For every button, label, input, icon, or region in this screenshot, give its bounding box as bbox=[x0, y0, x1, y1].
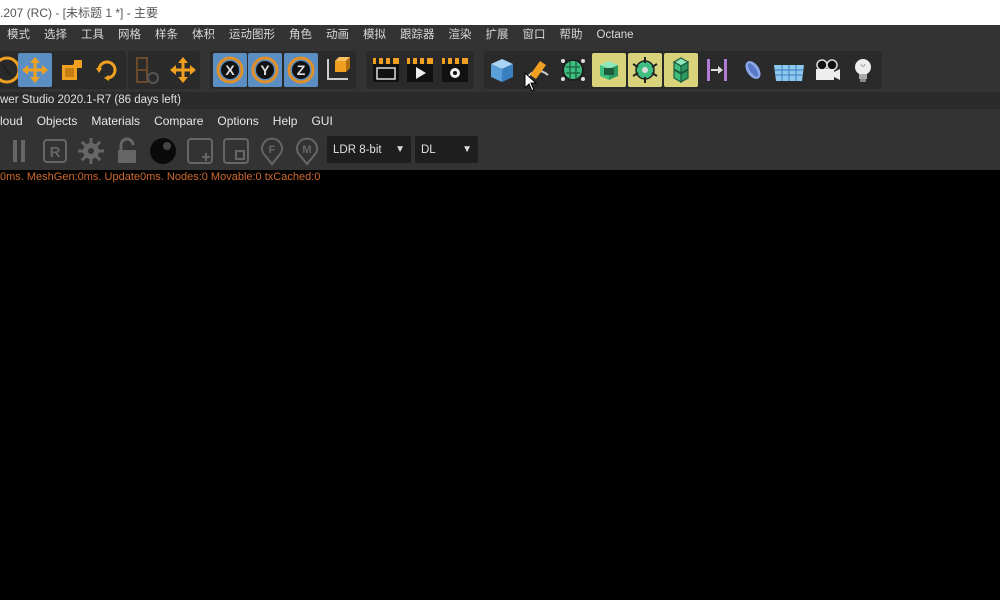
menu-mode[interactable]: 模式 bbox=[0, 25, 37, 45]
octane-title: wer Studio 2020.1-R7 (86 days left) bbox=[0, 92, 1000, 109]
window-title: .207 (RC) - [未标题 1 *] - 主要 bbox=[0, 6, 159, 20]
rotate-tool-icon[interactable] bbox=[90, 53, 124, 87]
svg-text:Y: Y bbox=[260, 62, 270, 78]
extrude-icon[interactable] bbox=[592, 53, 626, 87]
menu-extensions[interactable]: 扩展 bbox=[479, 25, 516, 45]
octane-toolbar: R F M LDR 8-bit ▼ DL ▼ bbox=[0, 133, 1000, 170]
light-icon[interactable] bbox=[846, 53, 880, 87]
focus-pick-icon[interactable]: F bbox=[256, 135, 288, 167]
menu-animate[interactable]: 动画 bbox=[319, 25, 356, 45]
menu-spline[interactable]: 样条 bbox=[148, 25, 185, 45]
octane-menu-help[interactable]: Help bbox=[266, 114, 305, 128]
svg-text:R: R bbox=[50, 144, 61, 161]
window-titlebar: .207 (RC) - [未标题 1 *] - 主要 bbox=[0, 0, 1000, 25]
octane-menu-gui[interactable]: GUI bbox=[304, 114, 339, 128]
image-format-select[interactable]: LDR 8-bit ▼ bbox=[327, 136, 411, 163]
mograph-fracture-icon[interactable] bbox=[664, 53, 698, 87]
menu-character[interactable]: 角色 bbox=[282, 25, 319, 45]
menu-volume[interactable]: 体积 bbox=[185, 25, 222, 45]
menu-help[interactable]: 帮助 bbox=[553, 25, 590, 45]
svg-text:Z: Z bbox=[297, 62, 306, 78]
menu-tracker[interactable]: 跟踪器 bbox=[393, 25, 442, 45]
move-tool-icon[interactable] bbox=[18, 53, 52, 87]
scale-tool-icon[interactable] bbox=[55, 53, 89, 87]
menu-tools[interactable]: 工具 bbox=[74, 25, 111, 45]
svg-text:M: M bbox=[302, 144, 311, 156]
image-format-value: LDR 8-bit bbox=[333, 143, 382, 156]
kernel-select[interactable]: DL ▼ bbox=[415, 136, 478, 163]
svg-text:F: F bbox=[269, 144, 276, 156]
material-pick-icon[interactable]: M bbox=[291, 135, 323, 167]
region-render-icon[interactable] bbox=[220, 135, 252, 167]
menu-window[interactable]: 窗口 bbox=[516, 25, 553, 45]
menu-select[interactable]: 选择 bbox=[37, 25, 74, 45]
settings-gear-icon[interactable] bbox=[75, 135, 107, 167]
x-axis-lock-icon[interactable]: X bbox=[213, 53, 247, 87]
lock-icon[interactable] bbox=[111, 135, 143, 167]
octane-menu-materials[interactable]: Materials bbox=[84, 114, 147, 128]
c4d-menubar: 模式 选择 工具 网格 样条 体积 运动图形 角色 动画 模拟 跟踪器 渲染 扩… bbox=[0, 25, 1000, 45]
render-region-icon[interactable] bbox=[369, 53, 403, 87]
menu-mograph[interactable]: 运动图形 bbox=[222, 25, 282, 45]
octane-menubar: loud Objects Materials Compare Options H… bbox=[0, 109, 1000, 133]
pause-icon[interactable] bbox=[3, 135, 35, 167]
deformer-icon[interactable] bbox=[700, 53, 734, 87]
octane-menu-objects[interactable]: Objects bbox=[30, 114, 85, 128]
menu-mesh[interactable]: 网格 bbox=[111, 25, 148, 45]
octane-menu-cloud[interactable]: loud bbox=[0, 114, 30, 128]
material-ball-icon[interactable] bbox=[147, 135, 179, 167]
kernel-value: DL bbox=[421, 143, 436, 156]
subdivision-icon[interactable] bbox=[556, 53, 590, 87]
svg-text:X: X bbox=[225, 62, 235, 78]
menu-render[interactable]: 渲染 bbox=[442, 25, 479, 45]
recent-tools-icon[interactable] bbox=[131, 53, 165, 87]
deformer-bend-icon[interactable] bbox=[736, 53, 770, 87]
menu-octane[interactable]: Octane bbox=[590, 25, 641, 45]
restart-render-icon[interactable]: R bbox=[39, 135, 71, 167]
cloner-icon[interactable] bbox=[628, 53, 662, 87]
add-region-icon[interactable] bbox=[184, 135, 216, 167]
render-status-text: 0ms. MeshGen:0ms. Update0ms. Nodes:0 Mov… bbox=[0, 171, 321, 183]
coordinate-system-icon[interactable] bbox=[320, 53, 354, 87]
camera-icon[interactable] bbox=[810, 53, 844, 87]
world-coordinates-icon[interactable] bbox=[166, 53, 200, 87]
z-axis-lock-icon[interactable]: Z bbox=[284, 53, 318, 87]
render-settings-icon[interactable] bbox=[438, 53, 472, 87]
render-view-icon[interactable] bbox=[403, 53, 437, 87]
c4d-toolbar: X Y Z bbox=[0, 45, 1000, 92]
y-axis-lock-icon[interactable]: Y bbox=[248, 53, 282, 87]
octane-menu-compare[interactable]: Compare bbox=[147, 114, 210, 128]
floor-icon[interactable] bbox=[772, 53, 806, 87]
octane-menu-options[interactable]: Options bbox=[210, 114, 265, 128]
menu-simulate[interactable]: 模拟 bbox=[356, 25, 393, 45]
chevron-down-icon: ▼ bbox=[395, 144, 405, 155]
cube-icon[interactable] bbox=[485, 53, 519, 87]
chevron-down-icon: ▼ bbox=[462, 144, 472, 155]
